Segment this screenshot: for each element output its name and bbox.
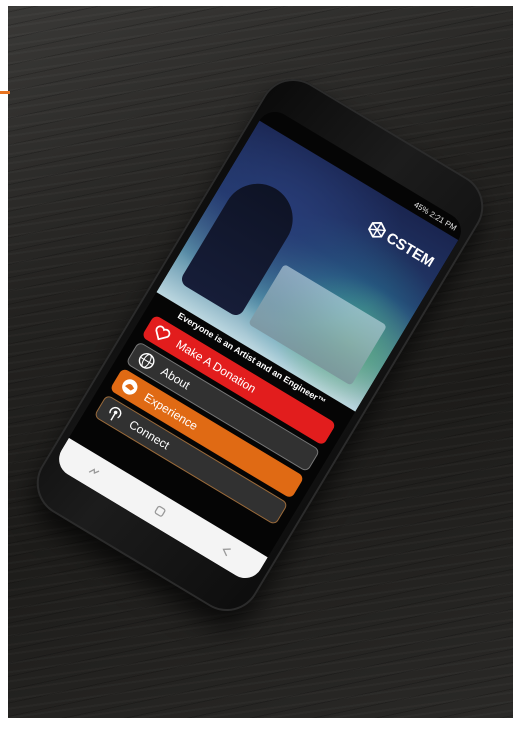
broadcast-icon xyxy=(101,400,128,427)
page-edge xyxy=(0,0,513,6)
recents-icon[interactable] xyxy=(84,462,103,481)
heart-icon xyxy=(148,320,175,347)
phone-screen: 45% 2:21 PM CSTEM Everyone is an Artist … xyxy=(52,105,468,585)
photo-background: 45% 2:21 PM CSTEM Everyone is an Artist … xyxy=(0,0,513,738)
battery-level: 45% xyxy=(412,199,431,216)
app-logo: CSTEM xyxy=(364,217,437,271)
hand-icon xyxy=(116,373,143,400)
page-edge xyxy=(0,0,8,738)
back-icon[interactable] xyxy=(217,542,236,561)
logo-text: CSTEM xyxy=(383,228,438,271)
menu-item-label: About xyxy=(158,364,193,393)
home-icon[interactable] xyxy=(150,502,169,521)
globe-icon xyxy=(133,347,160,374)
smartphone: 45% 2:21 PM CSTEM Everyone is an Artist … xyxy=(24,66,496,624)
orange-accent-line xyxy=(0,91,10,94)
page-edge xyxy=(0,718,513,738)
